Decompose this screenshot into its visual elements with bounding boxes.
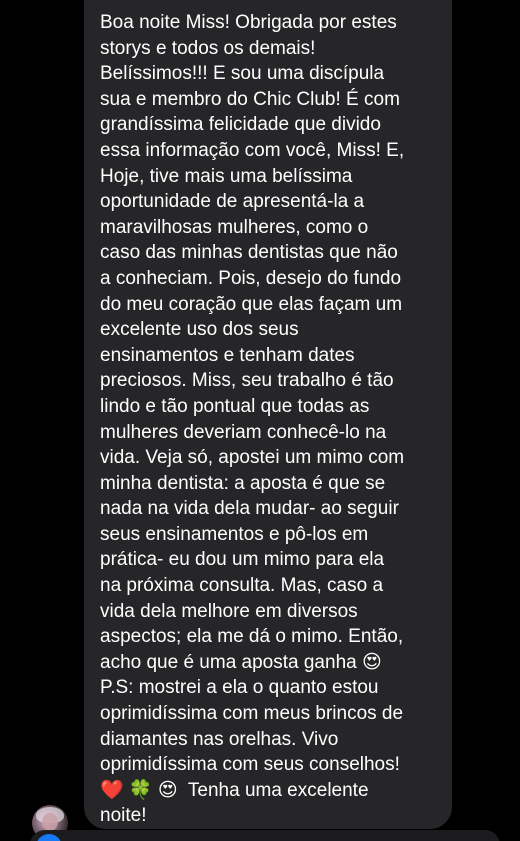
message-bubble[interactable]: Boa noite Miss! Obrigada por estes story… bbox=[84, 0, 452, 829]
message-composer[interactable] bbox=[30, 830, 500, 841]
avatar-face-shape bbox=[42, 813, 58, 831]
message-text: Boa noite Miss! Obrigada por estes story… bbox=[100, 12, 405, 827]
